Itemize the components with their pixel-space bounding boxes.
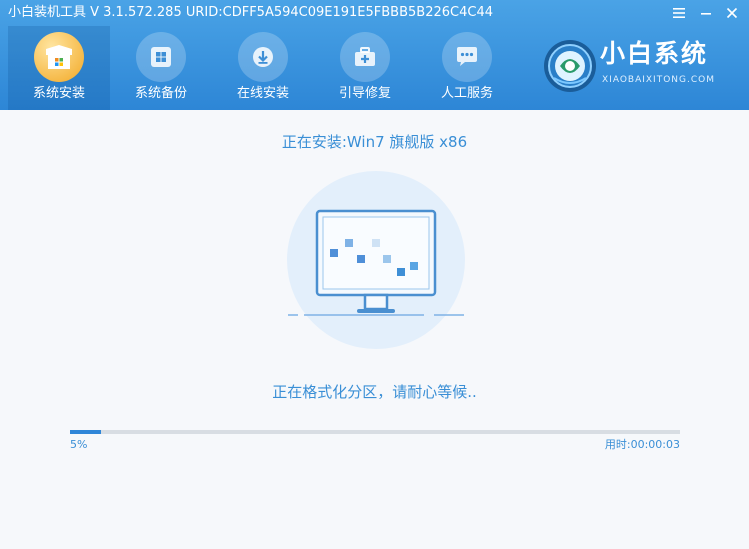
- minimize-icon[interactable]: [695, 2, 717, 24]
- nav-item-system-backup[interactable]: 系统备份: [110, 26, 212, 110]
- title-bar: 小白装机工具 V 3.1.572.285 URID:CDFF5A594C09E1…: [0, 0, 749, 26]
- nav-label: 引导修复: [338, 86, 391, 101]
- close-icon[interactable]: [721, 2, 743, 24]
- progress-percent: 5%: [70, 438, 88, 451]
- nav-label: 在线安装: [236, 86, 289, 101]
- nav-item-manual-service[interactable]: 人工服务: [416, 26, 518, 110]
- brand-name: 小白系统: [600, 39, 709, 68]
- download-icon: [238, 32, 288, 82]
- progress-bar: [70, 430, 680, 434]
- nav-label: 系统备份: [134, 86, 187, 101]
- install-panel: 正在安装:Win7 旗舰版 x86 正在格式化分区，请耐心等候.. 5% 用时:…: [0, 110, 749, 549]
- main-nav: 系统安装 系统备份 在线安装 引导修复 人工服务: [0, 26, 520, 110]
- nav-label: 人工服务: [440, 86, 493, 101]
- menu-icon[interactable]: [668, 2, 690, 24]
- monitor-icon: [286, 170, 466, 350]
- backup-windows-icon: [136, 32, 186, 82]
- progress-fill: [70, 430, 101, 434]
- xiaobai-logo-icon: [542, 38, 598, 94]
- install-title: 正在安装:Win7 旗舰版 x86: [281, 133, 468, 151]
- installer-window: 小白装机工具 V 3.1.572.285 URID:CDFF5A594C09E1…: [0, 0, 749, 549]
- window-title: 小白装机工具 V 3.1.572.285 URID:CDFF5A594C09E1…: [8, 5, 493, 20]
- brand: 小白系统 XIAOBAIXITONG.COM: [538, 34, 738, 100]
- nav-item-system-install[interactable]: 系统安装: [8, 26, 110, 110]
- install-box-icon: [34, 32, 84, 82]
- header: 小白装机工具 V 3.1.572.285 URID:CDFF5A594C09E1…: [0, 0, 749, 110]
- chat-icon: [442, 32, 492, 82]
- nav-item-boot-repair[interactable]: 引导修复: [314, 26, 416, 110]
- nav-item-online-install[interactable]: 在线安装: [212, 26, 314, 110]
- toolbox-icon: [340, 32, 390, 82]
- elapsed-time: 用时:00:00:03: [604, 438, 680, 451]
- brand-domain: XIAOBAIXITONG.COM: [602, 75, 715, 85]
- nav-label: 系统安装: [32, 86, 85, 101]
- install-status: 正在格式化分区，请耐心等候..: [272, 383, 477, 401]
